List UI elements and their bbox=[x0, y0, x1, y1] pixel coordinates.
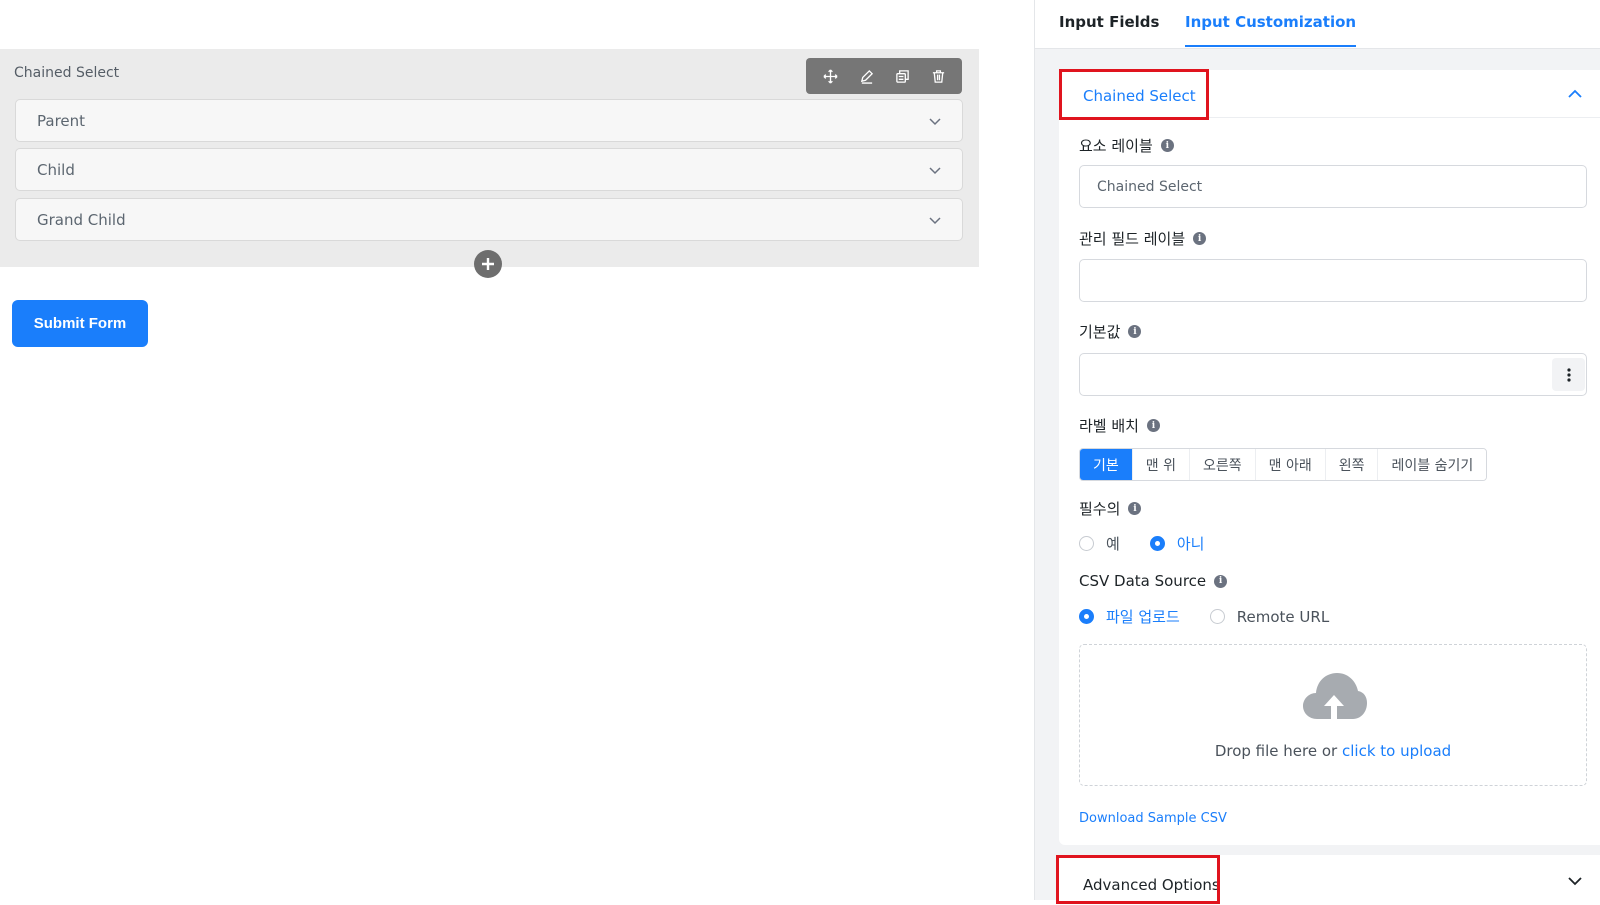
dropzone-text: Drop file here or click to upload bbox=[1080, 742, 1586, 760]
chevron-up-icon[interactable] bbox=[1567, 86, 1583, 102]
admin-label-label: 관리 필드 레이블 i bbox=[1079, 228, 1207, 249]
grand-child-select[interactable]: Grand Child bbox=[15, 198, 963, 241]
child-select[interactable]: Child bbox=[15, 148, 963, 191]
settings-panel: Input Fields Input Customization Chained… bbox=[1034, 0, 1600, 905]
plus-icon bbox=[482, 258, 494, 270]
dropzone-prompt: Drop file here or bbox=[1214, 742, 1338, 760]
placement-right[interactable]: 오른쪽 bbox=[1188, 449, 1255, 480]
select-value: Child bbox=[37, 160, 75, 179]
cloud-upload-icon bbox=[1303, 673, 1367, 719]
element-label-input[interactable] bbox=[1079, 165, 1587, 208]
radio-dot bbox=[1149, 536, 1165, 551]
radio-label: 아니 bbox=[1176, 535, 1205, 553]
file-upload-radio[interactable]: 파일 업로드 bbox=[1079, 606, 1180, 627]
label-text: 요소 레이블 bbox=[1079, 137, 1153, 155]
section-title: Chained Select bbox=[1083, 87, 1196, 105]
trash-icon[interactable] bbox=[926, 64, 950, 88]
label-text: 필수의 bbox=[1079, 500, 1121, 518]
label-text: 기본값 bbox=[1079, 323, 1121, 341]
info-icon[interactable]: i bbox=[1146, 419, 1160, 432]
info-icon[interactable]: i bbox=[1128, 502, 1142, 515]
csv-source-label: CSV Data Source i bbox=[1079, 572, 1228, 590]
chained-select-settings: Chained Select 요소 레이블 i 관리 필드 레이블 i 기본값 … bbox=[1059, 70, 1600, 845]
placement-left[interactable]: 왼쪽 bbox=[1324, 449, 1378, 480]
edit-icon[interactable] bbox=[854, 64, 878, 88]
info-icon[interactable]: i bbox=[1128, 325, 1142, 338]
label-text: CSV Data Source bbox=[1079, 572, 1207, 590]
label-placement-label: 라벨 배치 i bbox=[1079, 415, 1160, 436]
label-placement-group: 기본 맨 위 오른쪽 맨 아래 왼쪽 레이블 숨기기 bbox=[1079, 448, 1488, 481]
default-value-label: 기본값 i bbox=[1079, 321, 1142, 342]
more-options-icon[interactable] bbox=[1552, 358, 1585, 391]
select-value: Grand Child bbox=[37, 210, 126, 229]
csv-source-radio-group: 파일 업로드 Remote URL bbox=[1079, 606, 1359, 627]
click-to-upload-link[interactable]: click to upload bbox=[1342, 742, 1451, 760]
default-value-input[interactable] bbox=[1079, 353, 1587, 396]
radio-label: Remote URL bbox=[1236, 607, 1330, 626]
parent-select[interactable]: Parent bbox=[15, 99, 963, 142]
placement-bottom[interactable]: 맨 아래 bbox=[1254, 449, 1325, 480]
submit-form-button[interactable]: Submit Form bbox=[12, 300, 148, 347]
panel-tabs: Input Fields Input Customization bbox=[1035, 0, 1600, 49]
radio-dot bbox=[1209, 609, 1225, 624]
advanced-options-title: Advanced Options bbox=[1083, 876, 1220, 894]
form-canvas: Chained Select Parent Child Grand Child … bbox=[0, 0, 1034, 900]
radio-dot bbox=[1079, 609, 1094, 624]
element-label-label: 요소 레이블 i bbox=[1079, 135, 1174, 156]
radio-dot bbox=[1079, 536, 1094, 551]
tab-input-customization[interactable]: Input Customization bbox=[1185, 13, 1357, 47]
duplicate-icon[interactable] bbox=[890, 64, 914, 88]
move-icon[interactable] bbox=[818, 64, 842, 88]
radio-label: 파일 업로드 bbox=[1106, 608, 1180, 626]
required-label: 필수의 i bbox=[1079, 498, 1142, 519]
required-radio-group: 예 아니 bbox=[1079, 533, 1234, 554]
select-value: Parent bbox=[37, 111, 86, 130]
admin-label-input[interactable] bbox=[1079, 259, 1587, 302]
chevron-down-icon bbox=[929, 216, 941, 224]
tab-input-fields[interactable]: Input Fields bbox=[1059, 13, 1159, 45]
chevron-down-icon bbox=[929, 117, 941, 125]
placement-default[interactable]: 기본 bbox=[1080, 449, 1132, 480]
info-icon[interactable]: i bbox=[1214, 574, 1228, 588]
placement-hide-label[interactable]: 레이블 숨기기 bbox=[1377, 449, 1487, 480]
file-dropzone[interactable]: Drop file here or click to upload bbox=[1079, 644, 1587, 786]
required-no-radio[interactable]: 아니 bbox=[1149, 533, 1205, 554]
section-header[interactable]: Chained Select bbox=[1059, 70, 1600, 118]
chevron-down-icon[interactable] bbox=[1567, 873, 1583, 889]
remote-url-radio[interactable]: Remote URL bbox=[1209, 607, 1330, 626]
field-toolbar bbox=[806, 58, 962, 94]
info-icon[interactable]: i bbox=[1193, 232, 1207, 245]
default-value-wrapper bbox=[1079, 353, 1587, 396]
field-title: Chained Select bbox=[14, 65, 120, 81]
radio-label: 예 bbox=[1106, 535, 1120, 553]
chevron-down-icon bbox=[929, 166, 941, 174]
add-field-button[interactable] bbox=[474, 250, 502, 278]
label-text: 관리 필드 레이블 bbox=[1079, 230, 1186, 248]
placement-top[interactable]: 맨 위 bbox=[1131, 449, 1189, 480]
download-sample-csv-link[interactable]: Download Sample CSV bbox=[1079, 811, 1227, 826]
label-text: 라벨 배치 bbox=[1079, 417, 1139, 435]
required-yes-radio[interactable]: 예 bbox=[1079, 533, 1120, 554]
info-icon[interactable]: i bbox=[1160, 139, 1174, 152]
advanced-options-header[interactable]: Advanced Options bbox=[1059, 855, 1600, 905]
